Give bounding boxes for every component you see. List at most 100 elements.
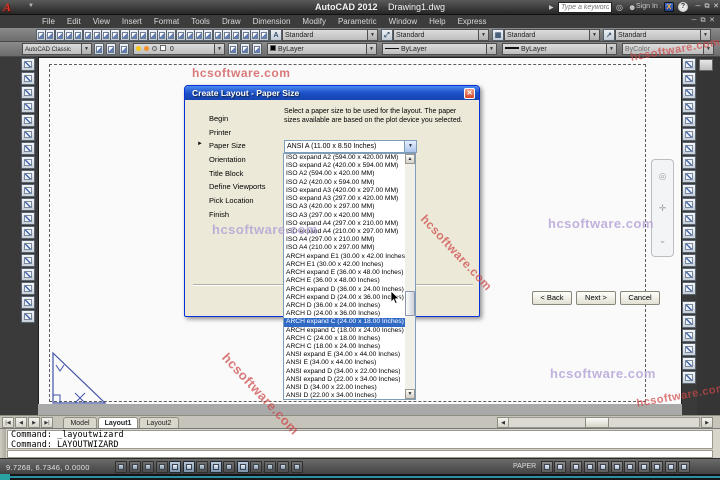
doc-restore-button[interactable]: ⧉ (699, 16, 707, 25)
insert-block-button[interactable] (21, 212, 35, 225)
gradient-button[interactable] (21, 268, 35, 281)
hscroll-right-icon[interactable]: ▶ (701, 417, 713, 428)
block-editor-button[interactable] (138, 29, 149, 41)
menu-parametric[interactable]: Parametric (332, 15, 383, 28)
paper-size-option[interactable]: ISO expand A4 (210.00 x 297.00 MM) (284, 228, 406, 236)
horizontal-scrollbar-thumb[interactable] (585, 417, 609, 428)
back-button[interactable]: < Back (532, 291, 572, 305)
mirror-button[interactable] (682, 86, 696, 99)
lineweight-arrow-icon[interactable]: ▼ (606, 43, 617, 55)
line-button[interactable] (21, 58, 35, 71)
exchange-apps-icon[interactable]: X (664, 2, 674, 12)
paper-size-option[interactable]: ISO A2 (594.00 x 420.00 MM) (284, 170, 406, 178)
chamfer-button[interactable] (682, 254, 696, 267)
redo-button[interactable] (166, 29, 177, 41)
send-under-objects-button[interactable] (682, 343, 696, 356)
offset-button[interactable] (682, 100, 696, 113)
menu-draw[interactable]: Draw (216, 15, 247, 28)
paper-size-option[interactable]: ARCH expand D (24.00 x 36.00 Inches) (284, 294, 406, 302)
polygon-button[interactable] (21, 100, 35, 113)
paper-size-option[interactable]: ISO expand A2 (594.00 x 420.00 MM) (284, 154, 406, 162)
clean-screen-button[interactable] (678, 460, 690, 473)
minimize-button[interactable]: ─ (694, 2, 702, 11)
cancel-button[interactable]: Cancel (620, 291, 660, 305)
hatch-button[interactable] (21, 254, 35, 267)
menu-insert[interactable]: Insert (116, 15, 148, 28)
infocenter-search-input[interactable] (558, 2, 612, 13)
menu-express[interactable]: Express (452, 15, 493, 28)
polyline-button[interactable] (21, 86, 35, 99)
application-status-menu-button[interactable] (664, 460, 677, 473)
bring-above-objects-button[interactable] (682, 329, 696, 342)
annotation-visibility-button[interactable] (583, 460, 596, 473)
make-block-button[interactable] (21, 226, 35, 239)
open-button[interactable] (45, 29, 56, 41)
tab-nav-last-icon[interactable]: ▶| (41, 417, 53, 428)
logo-dropdown-icon[interactable]: ▼ (28, 3, 34, 9)
paper-size-option[interactable]: ARCH E1 (30.00 x 42.00 Inches) (284, 261, 406, 269)
menu-dimension[interactable]: Dimension (247, 15, 297, 28)
search-binoculars-icon[interactable]: ◎ (616, 3, 623, 13)
extend-button[interactable] (682, 198, 696, 211)
fillet-button[interactable] (682, 268, 696, 281)
paper-size-option[interactable]: ANSI expand D (34.00 x 22.00 Inches) (284, 368, 406, 376)
paper-size-option[interactable]: ISO expand A2 (420.00 x 594.00 MM) (284, 162, 406, 170)
plot-preview-button[interactable] (73, 29, 84, 41)
layer-combo-arrow-icon[interactable]: ▼ (214, 43, 225, 55)
revision-cloud-button[interactable] (21, 156, 35, 169)
workspace-switching-button[interactable] (610, 460, 623, 473)
menu-tools[interactable]: Tools (185, 15, 216, 28)
markup-set-manager-button[interactable] (259, 29, 270, 41)
point-button[interactable] (21, 240, 35, 253)
infer-constraints-toggle[interactable] (115, 460, 127, 473)
paper-size-option[interactable]: ARCH expand E (36.00 x 48.00 Inches) (284, 269, 406, 277)
text-to-front-button[interactable] (682, 357, 696, 370)
toolbar-lock-button[interactable] (624, 460, 636, 473)
snap-mode-toggle[interactable] (128, 460, 141, 473)
menu-edit[interactable]: Edit (61, 15, 87, 28)
region-button[interactable] (21, 282, 35, 295)
close-button[interactable]: ✕ (712, 2, 720, 11)
search-topics-icon[interactable]: ▶ (549, 4, 554, 11)
object-snap-toggle[interactable] (182, 460, 195, 473)
paper-size-option[interactable]: ARCH expand C (18.00 x 24.00 Inches) (284, 327, 406, 335)
arc-button[interactable] (21, 128, 35, 141)
layer-lock-icon[interactable] (151, 46, 157, 51)
autocad-logo-icon[interactable]: A (3, 0, 25, 14)
paper-size-combo[interactable]: ANSI A (11.00 x 8.50 Inches) ▼ (284, 140, 417, 153)
layer-properties-manager-button[interactable] (119, 43, 129, 55)
make-object-layer-current-button[interactable] (228, 43, 238, 55)
steering-wheel-icon[interactable]: ◎ (659, 171, 667, 182)
paper-size-option[interactable]: ARCH E (36.00 x 48.00 Inches) (284, 277, 406, 285)
scale-button[interactable] (682, 156, 696, 169)
command-input[interactable] (7, 450, 713, 458)
tab-nav-next-icon[interactable]: ▶ (28, 417, 40, 428)
rotate-button[interactable] (682, 142, 696, 155)
paper-size-option[interactable]: ANSI D (22.00 x 34.00 Inches) (284, 392, 406, 399)
lineweight-toggle[interactable] (250, 460, 262, 473)
hardware-acceleration-button[interactable] (637, 460, 650, 473)
multileader-style-arrow-icon[interactable]: ▼ (700, 29, 711, 41)
break-at-point-button[interactable] (682, 212, 696, 225)
model-or-paper-space-button[interactable] (541, 460, 553, 473)
erase-button[interactable] (682, 58, 696, 71)
move-button[interactable] (682, 128, 696, 141)
paper-size-option[interactable]: ISO A2 (420.00 x 594.00 MM) (284, 179, 406, 187)
construction-line-button[interactable] (21, 72, 35, 85)
text-style-combo[interactable]: A Standard ▼ (270, 29, 378, 41)
dynamic-input-toggle[interactable] (236, 460, 249, 473)
help-icon[interactable]: ? (678, 2, 688, 12)
scroll-down-icon[interactable]: ▼ (405, 389, 415, 399)
menu-format[interactable]: Format (148, 15, 185, 28)
paper-size-option[interactable]: ISO A4 (297.00 x 210.00 MM) (284, 236, 406, 244)
paper-size-option[interactable]: ISO expand A3 (420.00 x 297.00 MM) (284, 187, 406, 195)
bring-to-front-button[interactable] (682, 301, 696, 314)
object-color-arrow-icon[interactable]: ▼ (366, 43, 377, 55)
paper-size-option[interactable]: ISO expand A4 (297.00 x 210.00 MM) (284, 220, 406, 228)
rectangle-button[interactable] (21, 114, 35, 127)
my-workspace-button[interactable] (106, 43, 116, 55)
paper-size-option[interactable]: ANSI expand D (22.00 x 34.00 Inches) (284, 376, 406, 384)
trim-button[interactable] (682, 184, 696, 197)
paper-size-option[interactable]: ISO A3 (420.00 x 297.00 MM) (284, 203, 406, 211)
paper-size-option[interactable]: ARCH expand E1 (30.00 x 42.00 Inches) (284, 253, 406, 261)
